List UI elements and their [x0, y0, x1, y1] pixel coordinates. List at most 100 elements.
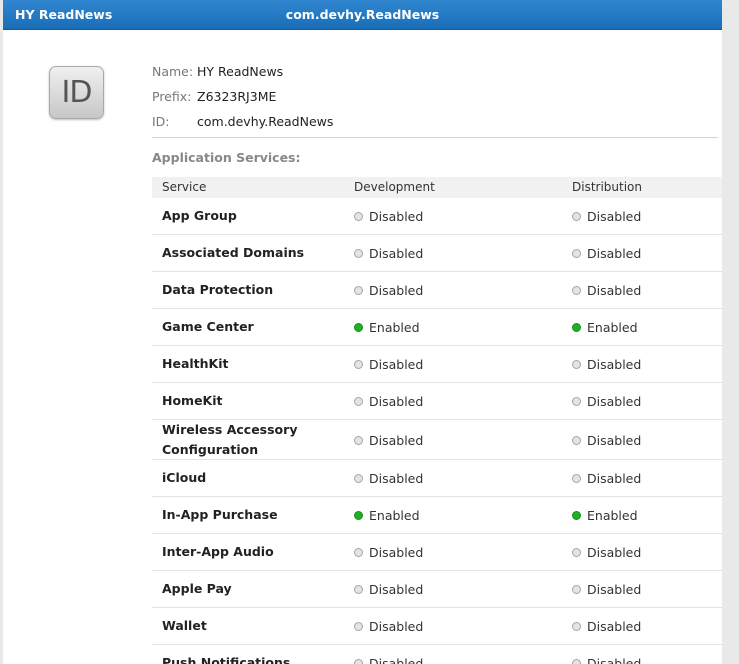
service-name: Associated Domains [162, 245, 305, 260]
disabled-dot-icon [572, 211, 581, 221]
distribution-status: Disabled [572, 579, 641, 599]
disabled-dot-icon [572, 396, 581, 406]
development-status: Enabled [354, 317, 420, 337]
development-status: Disabled [354, 542, 423, 562]
enabled-dot-icon [572, 322, 581, 332]
distribution-status: Disabled [572, 280, 641, 300]
enabled-dot-icon [354, 322, 363, 332]
bundle-title: com.devhy.ReadNews [285, 7, 440, 22]
table-row: Associated Domains Disabled Disabled [152, 235, 722, 272]
enabled-dot-icon [354, 510, 363, 520]
service-name: iCloud [162, 470, 207, 485]
distribution-status-label: Disabled [587, 282, 642, 298]
distribution-status: Disabled [572, 391, 641, 411]
development-status: Disabled [354, 579, 423, 599]
disabled-dot-icon [572, 359, 581, 369]
distribution-status-label: Disabled [587, 655, 642, 664]
distribution-status: Disabled [572, 430, 641, 450]
column-header-service: Service [162, 180, 207, 194]
table-row: iCloud Disabled Disabled [152, 460, 722, 497]
disabled-dot-icon [572, 547, 581, 557]
distribution-status-label: Enabled [587, 319, 638, 335]
distribution-status-label: Disabled [587, 245, 642, 261]
table-row: Game Center Enabled Enabled [152, 309, 722, 346]
development-status: Disabled [354, 468, 423, 488]
disabled-dot-icon [354, 473, 363, 483]
table-row: Data Protection Disabled Disabled [152, 272, 722, 309]
development-status-label: Disabled [369, 655, 424, 664]
service-name: Wallet [162, 618, 207, 633]
section-title: Application Services: [152, 150, 301, 165]
disabled-dot-icon [354, 435, 363, 445]
distribution-status-label: Disabled [587, 544, 642, 560]
distribution-status-label: Disabled [587, 618, 642, 634]
service-name: HomeKit [162, 393, 223, 408]
prefix-label: Prefix: [152, 89, 192, 104]
development-status: Enabled [354, 505, 420, 525]
divider [152, 137, 718, 138]
table-row: HealthKit Disabled Disabled [152, 346, 722, 383]
distribution-status-label: Disabled [587, 393, 642, 409]
distribution-status: Disabled [572, 206, 641, 226]
development-status-label: Disabled [369, 208, 424, 224]
disabled-dot-icon [354, 248, 363, 258]
distribution-status-label: Disabled [587, 470, 642, 486]
table-header: Service Development Distribution [152, 177, 722, 198]
table-row: Wallet Disabled Disabled [152, 608, 722, 645]
development-status: Disabled [354, 430, 423, 450]
name-label: Name: [152, 64, 194, 79]
service-name: Push Notifications [162, 655, 291, 664]
development-status-label: Disabled [369, 393, 424, 409]
distribution-status: Disabled [572, 653, 641, 664]
table-row: Push Notifications Disabled Disabled [152, 645, 722, 664]
disabled-dot-icon [354, 211, 363, 221]
disabled-dot-icon [354, 584, 363, 594]
distribution-status: Enabled [572, 505, 638, 525]
disabled-dot-icon [572, 584, 581, 594]
service-name: Data Protection [162, 282, 274, 297]
table-row: Wireless Accessory Configuration Disabled… [152, 420, 722, 460]
disabled-dot-icon [354, 359, 363, 369]
prefix-value: Z6323RJ3ME [197, 89, 277, 104]
development-status-label: Disabled [369, 618, 424, 634]
disabled-dot-icon [354, 547, 363, 557]
enabled-dot-icon [572, 510, 581, 520]
development-status: Disabled [354, 354, 423, 374]
disabled-dot-icon [572, 285, 581, 295]
development-status-label: Disabled [369, 470, 424, 486]
distribution-status-label: Disabled [587, 356, 642, 372]
development-status: Disabled [354, 280, 423, 300]
distribution-status-label: Disabled [587, 208, 642, 224]
development-status-label: Disabled [369, 245, 424, 261]
table-row: In-App Purchase Enabled Enabled [152, 497, 722, 534]
disabled-dot-icon [572, 621, 581, 631]
name-value: HY ReadNews [197, 64, 284, 79]
id-value: com.devhy.ReadNews [197, 114, 334, 129]
distribution-status-label: Enabled [587, 507, 638, 523]
service-name: Wireless Accessory Configuration [162, 422, 298, 457]
distribution-status: Disabled [572, 468, 641, 488]
disabled-dot-icon [354, 658, 363, 664]
disabled-dot-icon [354, 396, 363, 406]
development-status: Disabled [354, 391, 423, 411]
disabled-dot-icon [572, 473, 581, 483]
development-status-label: Disabled [369, 356, 424, 372]
distribution-status: Disabled [572, 542, 641, 562]
column-header-distribution: Distribution [572, 180, 643, 194]
development-status-label: Disabled [369, 544, 424, 560]
title-bar: HY ReadNews com.devhy.ReadNews [3, 0, 722, 30]
disabled-dot-icon [572, 658, 581, 664]
development-status-label: Disabled [369, 581, 424, 597]
development-status: Disabled [354, 206, 423, 226]
development-status-label: Disabled [369, 282, 424, 298]
distribution-status: Disabled [572, 616, 641, 636]
service-name: App Group [162, 208, 237, 223]
table-row: App Group Disabled Disabled [152, 198, 722, 235]
development-status: Disabled [354, 243, 423, 263]
table-body: App Group Disabled Disabled Associated Doma… [152, 198, 722, 664]
distribution-status-label: Disabled [587, 432, 642, 448]
disabled-dot-icon [354, 285, 363, 295]
service-name: In-App Purchase [162, 507, 278, 522]
disabled-dot-icon [354, 621, 363, 631]
table-row: Apple Pay Disabled Disabled [152, 571, 722, 608]
